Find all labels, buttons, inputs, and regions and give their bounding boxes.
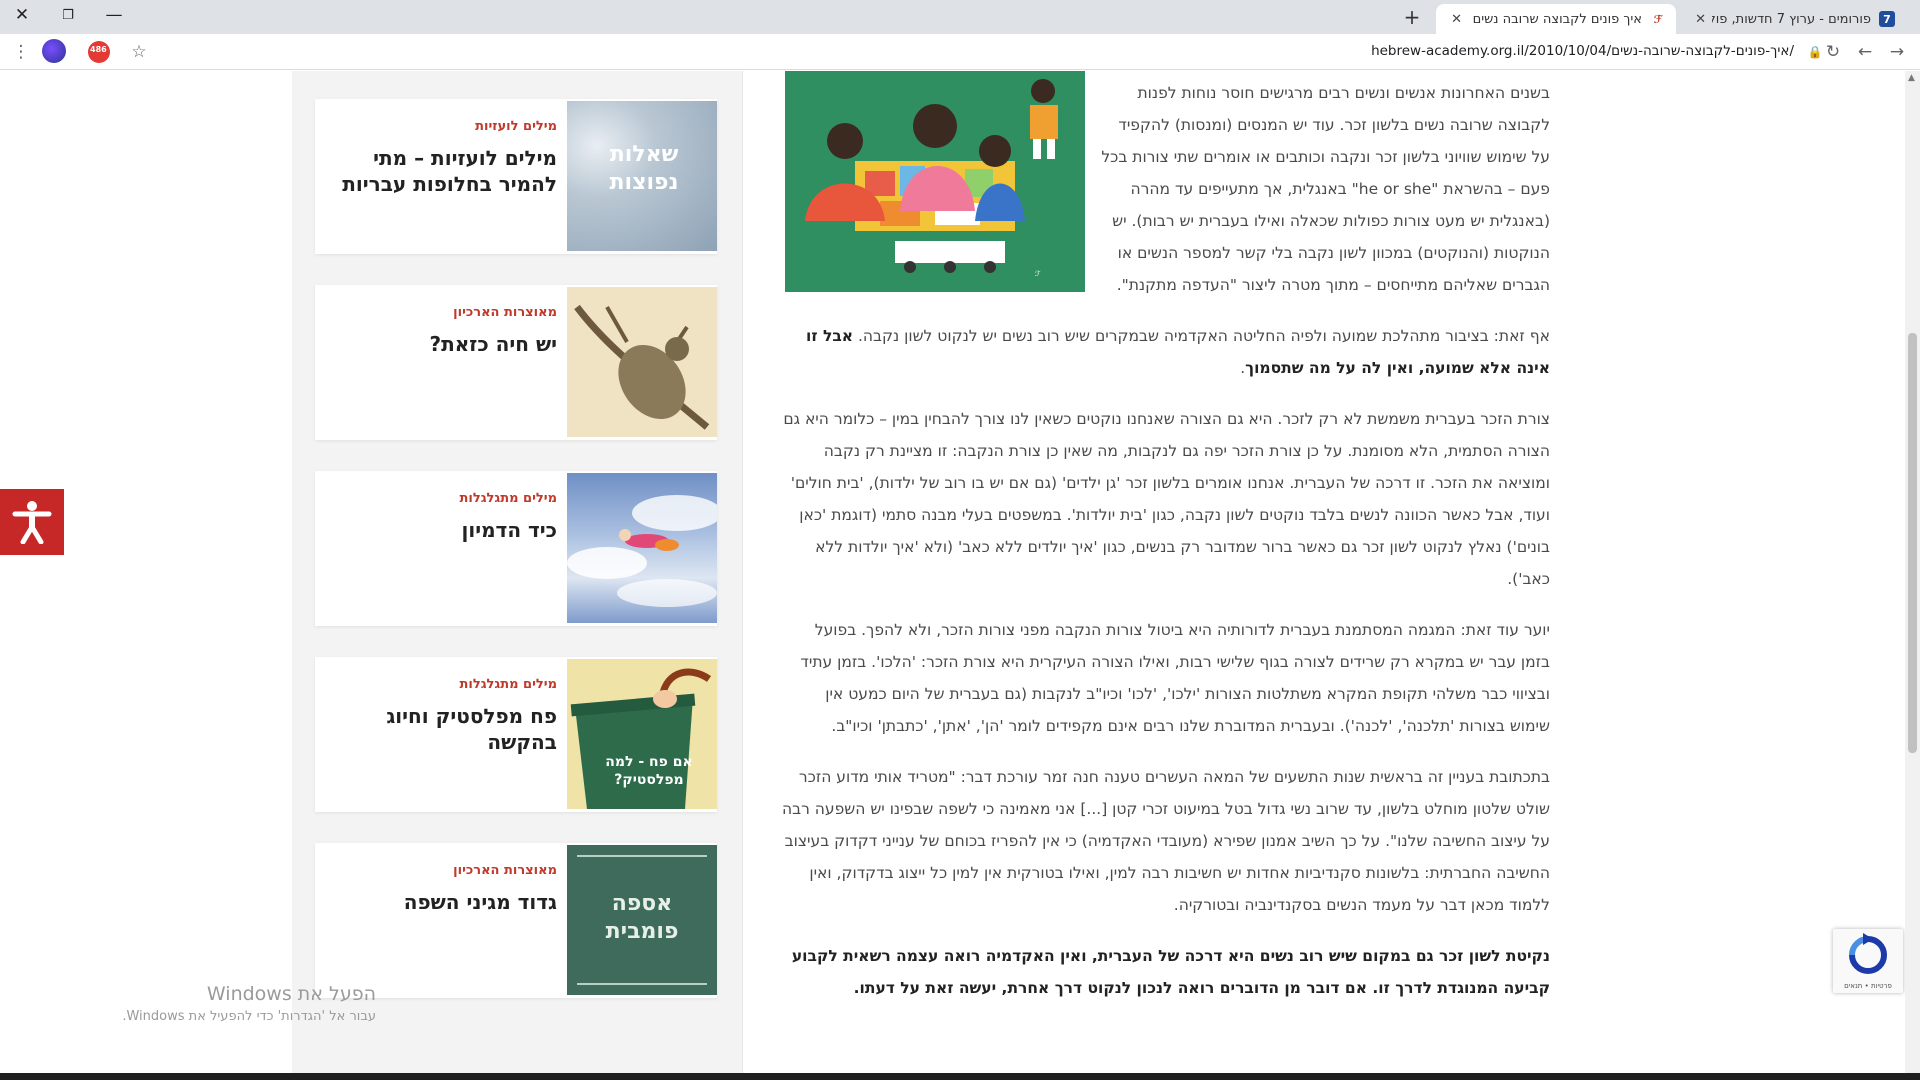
page-scrollbar[interactable]: ▲ xyxy=(1905,71,1920,1073)
recaptcha-icon xyxy=(1849,933,1887,974)
article-text: אף זאת: בציבור מתהלכת שמועה ולפיה החליטה… xyxy=(853,327,1550,345)
accessibility-icon xyxy=(12,501,52,544)
tab-title: איך פונים לקבוצה שרובה נשים xyxy=(1472,11,1642,27)
close-window-button[interactable]: ✕ xyxy=(0,0,44,30)
tab-title: פורומים - ערוץ 7 חדשות, פוליטיקה xyxy=(1712,11,1871,27)
thumb-text: שאלות נפוצות xyxy=(609,142,679,195)
address-bar[interactable]: hebrew-academy.org.il/2010/10/04/איך-פונ… xyxy=(1371,43,1794,59)
card-category[interactable]: מילים מתגלגלות xyxy=(460,677,557,692)
back-icon[interactable]: ← xyxy=(1852,39,1878,65)
reload-icon[interactable] xyxy=(1612,39,1638,65)
card-category[interactable]: מאוצרות הארכיון xyxy=(453,305,557,320)
extension-badge: 486 xyxy=(90,45,107,54)
forward-icon[interactable]: → xyxy=(1884,39,1910,65)
card-category[interactable]: מילים לועזיות xyxy=(475,119,557,134)
accessibility-button[interactable] xyxy=(0,489,64,555)
close-icon: ✕ xyxy=(14,5,30,25)
divider xyxy=(742,71,743,1073)
card-thumbnail xyxy=(567,287,717,437)
watermark-subtitle: עבור אל 'הגדרות' כדי להפעיל את Windows. xyxy=(122,1009,376,1024)
card-thumbnail xyxy=(567,473,717,623)
browser-toolbar: ⋮ 486 ☆ hebrew-academy.org.il/2010/10/04… xyxy=(0,34,1920,70)
star-icon[interactable]: ☆ xyxy=(126,39,152,65)
card-title[interactable]: כיד הדמיון xyxy=(332,517,557,543)
recaptcha-badge[interactable]: פרטיות • תנאים xyxy=(1833,929,1903,993)
watermark-title: הפעל את Windows xyxy=(206,983,376,1005)
new-tab-icon: + xyxy=(1403,5,1421,29)
card-thumbnail: אספה פומבית xyxy=(567,845,717,995)
card-title[interactable]: יש חיה כזאת? xyxy=(332,331,557,357)
taskbar-edge xyxy=(0,1073,1920,1080)
card-thumbnail: שאלות נפוצות xyxy=(567,101,717,251)
recaptcha-links[interactable]: פרטיות • תנאים xyxy=(1833,982,1903,990)
flying-figure-icon xyxy=(567,495,717,607)
sidebar-card-foreign-words[interactable]: שאלות נפוצות מילים לועזיות מילים לועזיות… xyxy=(315,99,717,254)
card-category[interactable]: מאוצרות הארכיון xyxy=(453,863,557,878)
minimize-icon: — xyxy=(105,5,123,25)
sidebar-card-language-defenders[interactable]: אספה פומבית מאוצרות הארכיון גדוד מגיני ה… xyxy=(315,843,717,998)
tab-article[interactable]: ℱ איך פונים לקבוצה שרובה נשים ✕ xyxy=(1436,4,1676,34)
menu-icon[interactable]: ⋮ xyxy=(8,39,34,65)
card-category[interactable]: מילים מתגלגלות xyxy=(460,491,557,506)
minimize-window-button[interactable]: — xyxy=(92,0,136,30)
channel7-favicon-icon: 7 xyxy=(1879,11,1895,27)
tab-strip: ✕ ❐ — + ℱ איך פונים לקבוצה שרובה נשים ✕ … xyxy=(0,0,1920,34)
article-paragraph: אף זאת: בציבור מתהלכת שמועה ולפיה החליטה… xyxy=(782,320,1550,384)
restore-icon: ❐ xyxy=(62,7,74,23)
sloth-drawing-icon xyxy=(574,304,710,430)
extension-avatar-icon[interactable] xyxy=(42,39,66,63)
academy-favicon-icon: ℱ xyxy=(1653,12,1663,26)
close-tab-icon[interactable]: ✕ xyxy=(1446,12,1462,27)
card-title[interactable]: גדוד מגיני השפה xyxy=(332,889,557,915)
sidebar-card-plastic-bin[interactable]: אם פח - למה מפלסטיק? מילים מתגלגלות פח מ… xyxy=(315,657,717,812)
restore-window-button[interactable]: ❐ xyxy=(46,0,90,30)
article-paragraph: נקיטת לשון זכר גם במקום שיש רוב נשים היא… xyxy=(782,940,1550,1004)
extension-adblock-icon[interactable]: 486 xyxy=(88,41,110,63)
scrollbar-thumb[interactable] xyxy=(1908,333,1917,753)
article-paragraph: צורת הזכר בעברית משמשת לא רק לזכר. היא ג… xyxy=(783,410,1550,588)
page-viewport: שאלות נפוצות מילים לועזיות מילים לועזיות… xyxy=(0,71,1905,1073)
new-tab-button[interactable]: + xyxy=(1398,4,1426,30)
reload-icon[interactable]: ↻ xyxy=(1820,39,1846,65)
article-body: בשנים האחרונות אנשים ונשים רבים מרגישים … xyxy=(782,77,1550,1023)
close-tab-icon[interactable]: ✕ xyxy=(1690,12,1706,27)
article-paragraph: בתכתובת בעניין זה בראשית שנות התשעים של … xyxy=(782,768,1550,914)
card-title[interactable]: מילים לועזיות – מתי להמיר בחלופות עבריות xyxy=(332,145,557,197)
card-title[interactable]: פח מפלסטיק וחיוג בהקשה xyxy=(332,703,557,755)
tab-forums[interactable]: 7 פורומים - ערוץ 7 חדשות, פוליטיקה ✕ xyxy=(1680,4,1905,34)
card-thumbnail: אם פח - למה מפלסטיק? xyxy=(567,659,717,809)
article-paragraph: יוער עוד זאת: המגמה המסתמנת בעברית לדורו… xyxy=(800,621,1550,735)
windows-activation-watermark: הפעל את Windows עבור אל 'הגדרות' כדי להפ… xyxy=(96,981,376,1027)
thumb-text: אם פח - למה מפלסטיק? xyxy=(605,754,693,788)
sidebar-card-animal[interactable]: מאוצרות הארכיון יש חיה כזאת? xyxy=(315,285,717,440)
thumb-text: אספה פומבית xyxy=(605,891,679,944)
article-bold-text: נקיטת לשון זכר גם במקום שיש רוב נשים היא… xyxy=(791,947,1550,997)
scroll-up-icon[interactable]: ▲ xyxy=(1908,73,1915,83)
sidebar-card-imagination[interactable]: מילים מתגלגלות כיד הדמיון xyxy=(315,471,717,626)
article-paragraph: בשנים האחרונות אנשים ונשים רבים מרגישים … xyxy=(1101,84,1550,294)
